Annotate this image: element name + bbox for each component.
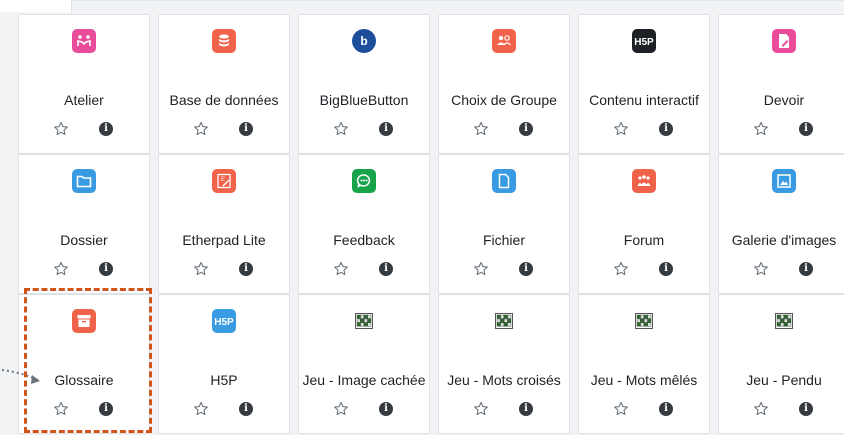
activity-card-bigbluebutton[interactable]: b BigBlueButton i	[298, 14, 430, 154]
info-icon[interactable]: i	[659, 122, 673, 136]
star-icon[interactable]	[753, 401, 769, 417]
star-icon[interactable]	[473, 401, 489, 417]
workshop-icon	[72, 29, 96, 53]
info-icon[interactable]: i	[519, 262, 533, 276]
info-icon[interactable]: i	[519, 402, 533, 416]
svg-text:H5P: H5P	[214, 317, 234, 328]
star-icon[interactable]	[53, 121, 69, 137]
star-icon[interactable]	[193, 401, 209, 417]
star-icon[interactable]	[613, 261, 629, 277]
info-icon[interactable]: i	[519, 122, 533, 136]
star-icon[interactable]	[193, 261, 209, 277]
activity-label: Dossier	[60, 232, 108, 248]
assignment-icon	[772, 29, 796, 53]
activity-card-etherpad-lite[interactable]: E Etherpad Lite i	[158, 154, 290, 294]
star-icon[interactable]	[333, 401, 349, 417]
info-icon[interactable]: i	[799, 262, 813, 276]
info-icon[interactable]: i	[659, 402, 673, 416]
info-icon[interactable]: i	[799, 402, 813, 416]
image-gallery-icon	[772, 169, 796, 193]
star-icon[interactable]	[613, 401, 629, 417]
activity-label: Choix de Groupe	[451, 92, 557, 108]
star-icon[interactable]	[753, 121, 769, 137]
forum-icon	[632, 169, 656, 193]
game-icon	[352, 309, 376, 333]
glossary-icon	[72, 309, 96, 333]
activity-label: Fichier	[482, 232, 525, 248]
feedback-icon	[352, 169, 376, 193]
activity-card-devoir[interactable]: Devoir i	[718, 14, 844, 154]
h5p-icon: H5P	[632, 29, 656, 53]
activity-label: Jeu - Pendu	[746, 372, 822, 388]
info-icon[interactable]: i	[239, 122, 253, 136]
activity-label: H5P	[210, 372, 238, 388]
file-icon	[492, 169, 516, 193]
star-icon[interactable]	[473, 121, 489, 137]
star-icon[interactable]	[333, 261, 349, 277]
bigbluebutton-icon: b	[352, 29, 376, 53]
activity-card-choix-de-groupe[interactable]: Choix de Groupe i	[438, 14, 570, 154]
activity-label: Atelier	[64, 92, 104, 108]
info-icon[interactable]: i	[99, 262, 113, 276]
activity-card-jeu-mots-croises[interactable]: Jeu - Mots croisés i	[438, 294, 570, 434]
activity-label: Jeu - Mots mêlés	[590, 372, 698, 388]
etherpad-icon: E	[212, 169, 236, 193]
activity-card-jeu-image-cachee[interactable]: Jeu - Image cachée i	[298, 294, 430, 434]
activity-card-jeu-pendu[interactable]: Jeu - Pendu i	[718, 294, 844, 434]
star-icon[interactable]	[753, 261, 769, 277]
h5p-icon: H5P	[212, 309, 236, 333]
info-icon[interactable]: i	[799, 122, 813, 136]
info-icon[interactable]: i	[239, 402, 253, 416]
info-icon[interactable]: i	[239, 262, 253, 276]
info-icon[interactable]: i	[99, 122, 113, 136]
star-icon[interactable]	[53, 401, 69, 417]
info-icon[interactable]: i	[379, 122, 393, 136]
info-icon[interactable]: i	[379, 262, 393, 276]
database-icon	[212, 29, 236, 53]
game-icon	[492, 309, 516, 333]
activity-card-feedback[interactable]: Feedback i	[298, 154, 430, 294]
activity-card-jeu-mots-meles[interactable]: Jeu - Mots mêlés i	[578, 294, 710, 434]
activity-label: Etherpad Lite	[182, 232, 266, 248]
star-icon[interactable]	[53, 261, 69, 277]
activity-card-dossier[interactable]: Dossier i	[18, 154, 150, 294]
activity-label: Contenu interactif	[589, 92, 699, 108]
star-icon[interactable]	[473, 261, 489, 277]
tab-strip	[0, 0, 844, 13]
folder-icon	[72, 169, 96, 193]
activity-card-fichier[interactable]: Fichier i	[438, 154, 570, 294]
activity-label: Galerie d'images	[731, 232, 837, 248]
pointer-arrow	[1, 369, 40, 384]
group-choice-icon	[492, 29, 516, 53]
activity-card-forum[interactable]: Forum i	[578, 154, 710, 294]
activity-label: Jeu - Image cachée	[302, 372, 426, 388]
activity-chooser-grid: Atelier i Base de données i b BigBlueButton i C…	[0, 12, 844, 435]
game-icon	[632, 309, 656, 333]
activity-card-contenu-interactif[interactable]: H5P Contenu interactif i	[578, 14, 710, 154]
info-icon[interactable]: i	[379, 402, 393, 416]
svg-text:E: E	[221, 177, 225, 183]
activity-label: Forum	[623, 232, 665, 248]
game-icon	[772, 309, 796, 333]
star-icon[interactable]	[613, 121, 629, 137]
activity-label: Base de données	[169, 92, 279, 108]
activity-card-h5p[interactable]: H5P H5P i	[158, 294, 290, 434]
info-icon[interactable]: i	[99, 402, 113, 416]
activity-card-atelier[interactable]: Atelier i	[18, 14, 150, 154]
svg-text:b: b	[360, 34, 367, 48]
activity-card-galerie-images[interactable]: Galerie d'images i	[718, 154, 844, 294]
activity-label: Devoir	[763, 92, 805, 108]
star-icon[interactable]	[333, 121, 349, 137]
activity-label: BigBlueButton	[319, 92, 409, 108]
svg-text:H5P: H5P	[634, 37, 654, 48]
star-icon[interactable]	[193, 121, 209, 137]
activity-card-base-de-donnees[interactable]: Base de données i	[158, 14, 290, 154]
info-icon[interactable]: i	[659, 262, 673, 276]
activity-label: Feedback	[333, 232, 395, 248]
activity-label: Jeu - Mots croisés	[447, 372, 561, 388]
